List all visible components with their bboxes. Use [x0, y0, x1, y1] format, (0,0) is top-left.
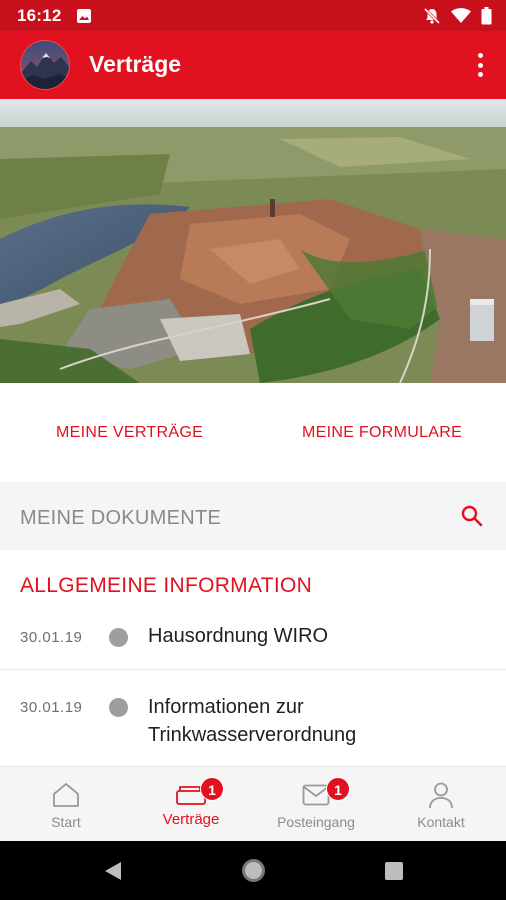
nav-label: Kontakt — [417, 814, 465, 830]
nav-item-start[interactable]: Start — [3, 767, 129, 842]
my-contracts-button[interactable]: MEINE VERTRÄGE — [56, 424, 203, 442]
image-notification-icon — [76, 8, 92, 29]
page-title: Verträge — [89, 51, 182, 77]
battery-icon — [481, 7, 492, 30]
document-date: 30.01.19 — [20, 629, 83, 646]
section-title: ALLGEMEINE INFORMATION — [20, 574, 313, 597]
system-navigation-bar — [0, 841, 506, 900]
list-item[interactable]: 30.01.19 Hausordnung WIRO — [0, 606, 506, 670]
back-icon[interactable] — [104, 861, 122, 886]
home-icon — [51, 781, 81, 814]
my-forms-button[interactable]: MEINE FORMULARE — [302, 424, 462, 442]
nav-label: Posteingang — [277, 814, 355, 830]
notifications-off-icon — [423, 7, 441, 30]
nav-item-posteingang[interactable]: 1 Posteingang — [253, 767, 379, 842]
nav-item-kontakt[interactable]: Kontakt — [378, 767, 504, 842]
nav-label: Start — [51, 814, 81, 830]
person-icon — [427, 781, 455, 814]
nav-label: Verträge — [162, 811, 220, 828]
documents-header: MEINE DOKUMENTE — [0, 482, 506, 550]
bottom-navigation: Start 1 Verträge 1 Posteingang Kontakt — [0, 766, 506, 841]
status-dot-icon — [109, 628, 128, 647]
list-item[interactable]: 30.01.19 Informationen zur Trinkwasserve… — [0, 671, 506, 766]
action-buttons: MEINE VERTRÄGE MEINE FORMULARE — [0, 383, 506, 481]
notification-badge: 1 — [200, 777, 224, 801]
document-title: Informationen zur Trinkwasserverordnung — [148, 696, 357, 746]
home-button-icon[interactable] — [242, 859, 265, 882]
recent-apps-icon[interactable] — [385, 862, 403, 880]
status-time: 16:12 — [17, 6, 62, 25]
document-title: Hausordnung WIRO — [148, 625, 329, 647]
status-bar: 16:12 — [0, 0, 506, 31]
status-dot-icon — [109, 698, 128, 717]
hero-city-image — [0, 99, 506, 383]
more-options-icon[interactable] — [468, 51, 492, 79]
app-bar: Verträge — [0, 31, 506, 99]
wifi-icon — [451, 8, 471, 29]
search-icon[interactable] — [460, 504, 484, 533]
document-date: 30.01.19 — [20, 699, 83, 716]
documents-title: MEINE DOKUMENTE — [20, 507, 222, 529]
nav-item-vertraege[interactable]: 1 Verträge — [128, 767, 254, 842]
notification-badge: 1 — [326, 777, 350, 801]
avatar[interactable] — [20, 40, 70, 90]
